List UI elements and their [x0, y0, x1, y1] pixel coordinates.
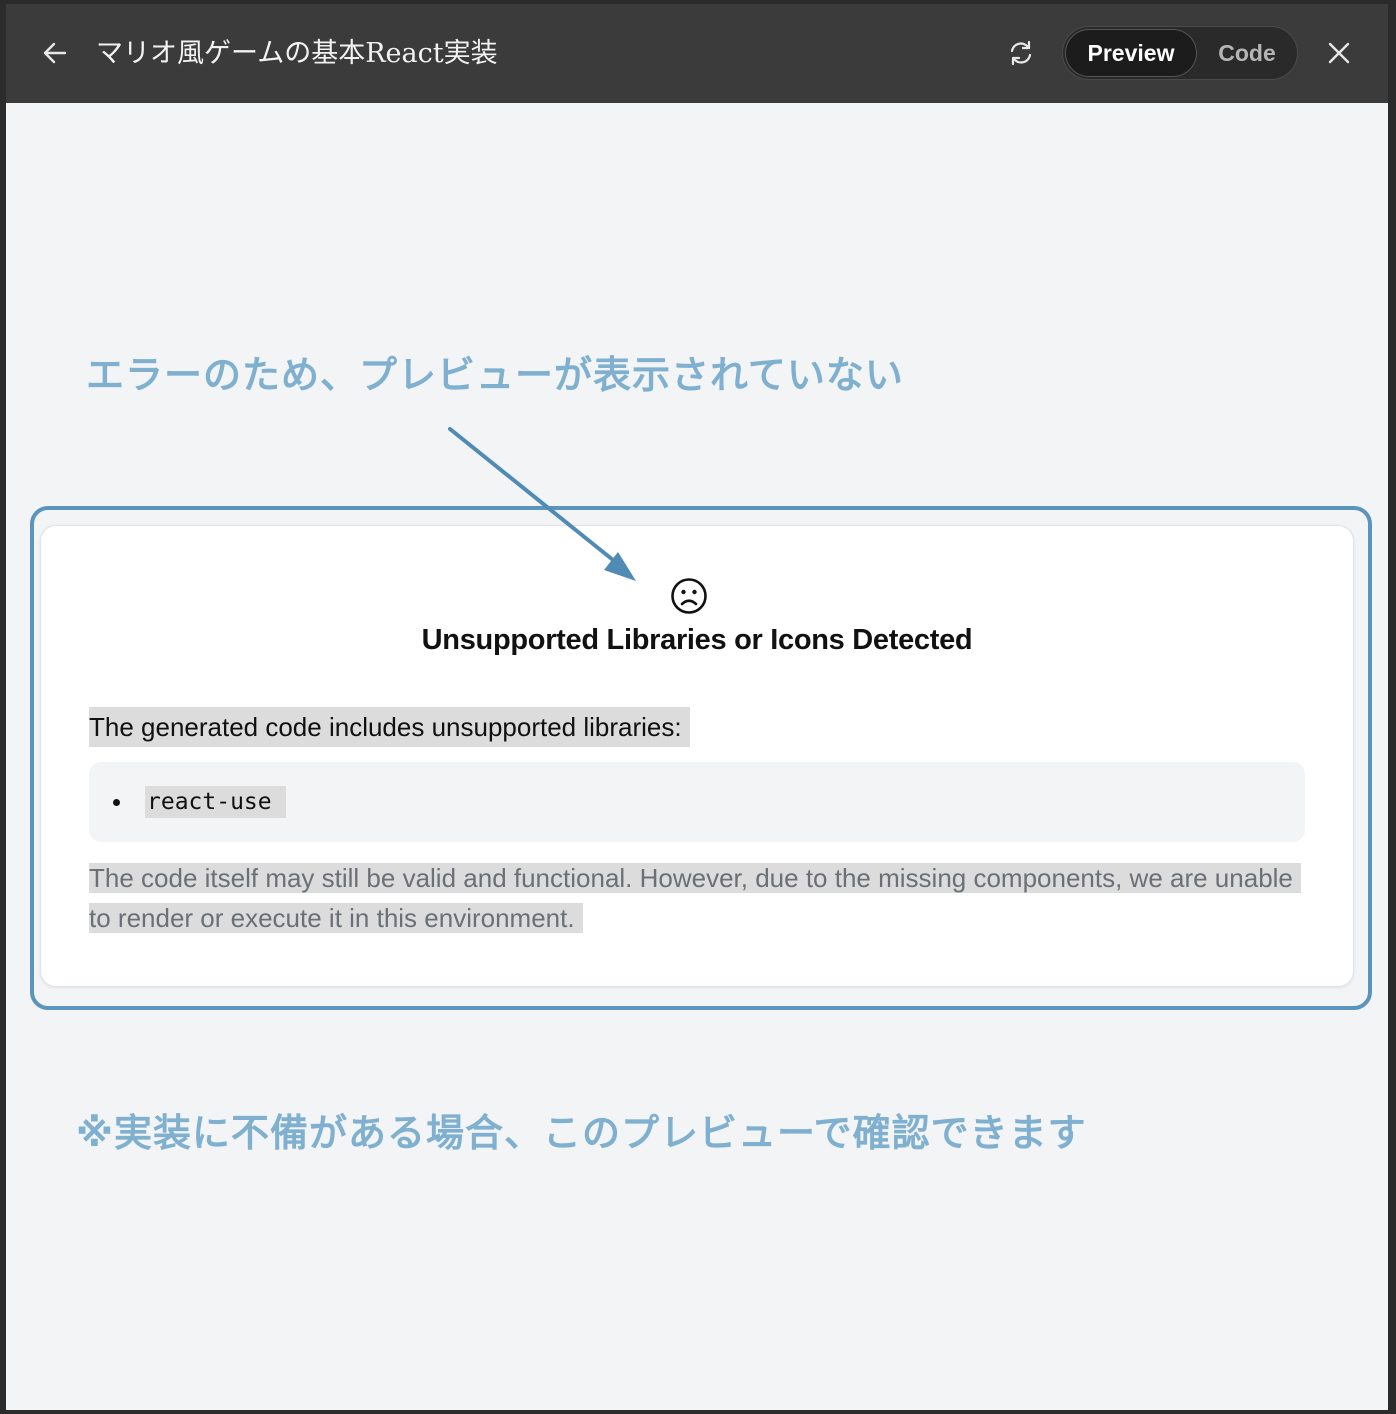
tab-preview[interactable]: Preview	[1066, 30, 1196, 76]
error-note: The code itself may still be valid and f…	[89, 858, 1309, 938]
page-title: マリオ風ゲームの基本React実装	[96, 38, 498, 69]
annotation-bottom-note: ※実装に不備がある場合、このプレビューで確認できます	[76, 1111, 1087, 1155]
back-button[interactable]	[36, 34, 74, 72]
top-bar: マリオ風ゲームの基本React実装 Preview Code	[6, 4, 1388, 103]
preview-code-toggle: Preview Code	[1062, 26, 1298, 80]
error-card: Unsupported Libraries or Icons Detected …	[40, 525, 1354, 987]
close-button[interactable]	[1320, 34, 1358, 72]
tab-code[interactable]: Code	[1199, 30, 1295, 76]
arrow-left-icon	[43, 42, 67, 64]
refresh-icon	[1010, 40, 1032, 66]
annotation-top-note: エラーのため、プレビューが表示されていない	[86, 353, 904, 397]
sad-face-icon	[671, 578, 707, 614]
artifact-window: マリオ風ゲームの基本React実装 Preview Code エラーのため、プレ…	[6, 4, 1388, 1410]
library-item: react-use	[145, 786, 286, 818]
close-icon	[1328, 42, 1350, 64]
refresh-button[interactable]	[1002, 34, 1040, 72]
unsupported-library-list: react-use	[89, 762, 1305, 842]
error-intro: The generated code includes unsupported …	[89, 707, 690, 747]
error-note-text: The code itself may still be valid and f…	[89, 863, 1301, 933]
list-bullet	[113, 799, 120, 806]
error-title: Unsupported Libraries or Icons Detected	[421, 624, 973, 656]
